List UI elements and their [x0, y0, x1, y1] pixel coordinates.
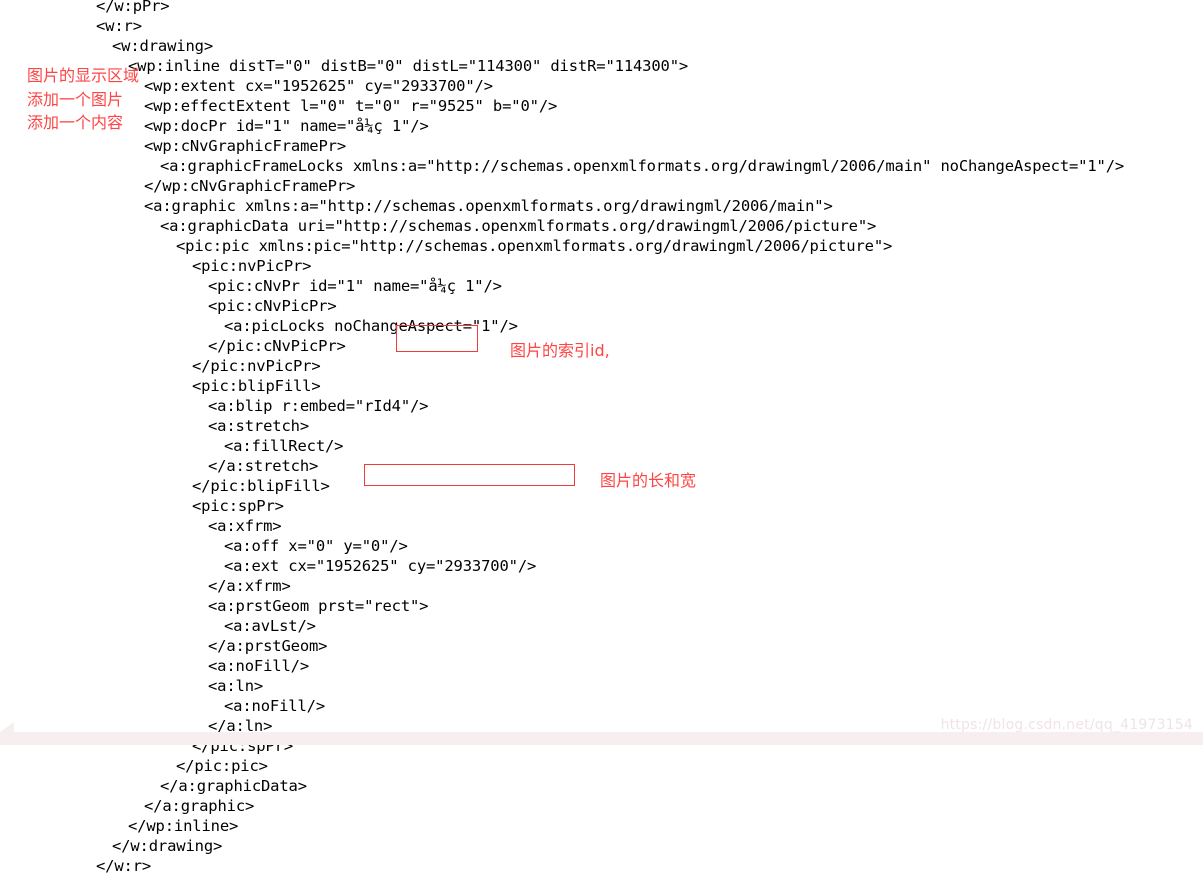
- code-line: <a:blip r:embed="rId4"/>: [208, 397, 429, 415]
- code-line: </w:pPr>: [96, 0, 170, 15]
- code-line: </wp:cNvGraphicFramePr>: [144, 177, 356, 195]
- code-line: </a:prstGeom>: [208, 637, 328, 655]
- code-line: <pic:nvPicPr>: [192, 257, 312, 275]
- xml-code-listing: </w:pPr> <w:r> <w:drawing> <wp:inline distT…: [0, 0, 1203, 875]
- code-line: </w:drawing>: [112, 837, 223, 855]
- code-line: <a:noFill/>: [224, 697, 325, 715]
- code-line: </pic:cNvPicPr>: [208, 337, 346, 355]
- code-line: <a:noFill/>: [208, 657, 309, 675]
- annotation-image-index-id: 图片的索引id,: [510, 341, 610, 360]
- code-line: </a:graphic>: [144, 797, 255, 815]
- annotation-left-group: 图片的显示区域 添加一个图片 添加一个内容: [27, 64, 139, 135]
- annotation-image-width-height: 图片的长和宽: [600, 471, 697, 490]
- code-line: </pic:blipFill>: [192, 477, 330, 495]
- csdn-watermark: https://blog.csdn.net/qq_41973154: [940, 717, 1193, 733]
- band-corner: [0, 722, 14, 732]
- code-line: <a:picLocks noChangeAspect="1"/>: [224, 317, 518, 335]
- code-line: </a:xfrm>: [208, 577, 291, 595]
- code-line: <a:stretch>: [208, 417, 309, 435]
- code-line: <w:drawing>: [112, 37, 213, 55]
- code-line: <a:xfrm>: [208, 517, 282, 535]
- code-line: <pic:cNvPicPr>: [208, 297, 337, 315]
- code-line: <a:avLst/>: [224, 617, 316, 635]
- code-line: </pic:nvPicPr>: [192, 357, 321, 375]
- bottom-band: [0, 732, 1203, 745]
- annotation-add-image: 添加一个图片: [27, 89, 124, 109]
- code-line: <a:fillRect/>: [224, 437, 344, 455]
- code-line: <a:off x="0" y="0"/>: [224, 537, 408, 555]
- code-line: <a:graphic xmlns:a="http://schemas.openx…: [144, 197, 833, 215]
- code-line: </wp:inline>: [128, 817, 239, 835]
- code-line: <pic:spPr>: [192, 497, 284, 515]
- code-line: <pic:blipFill>: [192, 377, 321, 395]
- code-line: <a:ln>: [208, 677, 264, 695]
- code-line: <w:r>: [96, 17, 142, 35]
- code-line: <a:prstGeom prst="rect">: [208, 597, 429, 615]
- annotation-add-content: 添加一个内容: [27, 113, 124, 132]
- code-line: <a:graphicData uri="http://schemas.openx…: [160, 217, 877, 235]
- code-line: <a:ext cx="1952625" cy="2933700"/>: [224, 557, 537, 575]
- code-line: </a:stretch>: [208, 457, 319, 475]
- annotation-display-area: 图片的显示区域: [27, 66, 140, 85]
- code-line: <wp:cNvGraphicFramePr>: [144, 137, 346, 155]
- code-line: </w:r>: [96, 857, 152, 875]
- code-line: <pic:pic xmlns:pic="http://schemas.openx…: [176, 237, 893, 255]
- code-line: </pic:pic>: [176, 757, 268, 775]
- code-line: <pic:cNvPr id="1" name="å¼ç 1"/>: [208, 277, 502, 295]
- code-line: </a:graphicData>: [160, 777, 307, 795]
- code-line: <a:graphicFrameLocks xmlns:a="http://sch…: [160, 157, 1125, 175]
